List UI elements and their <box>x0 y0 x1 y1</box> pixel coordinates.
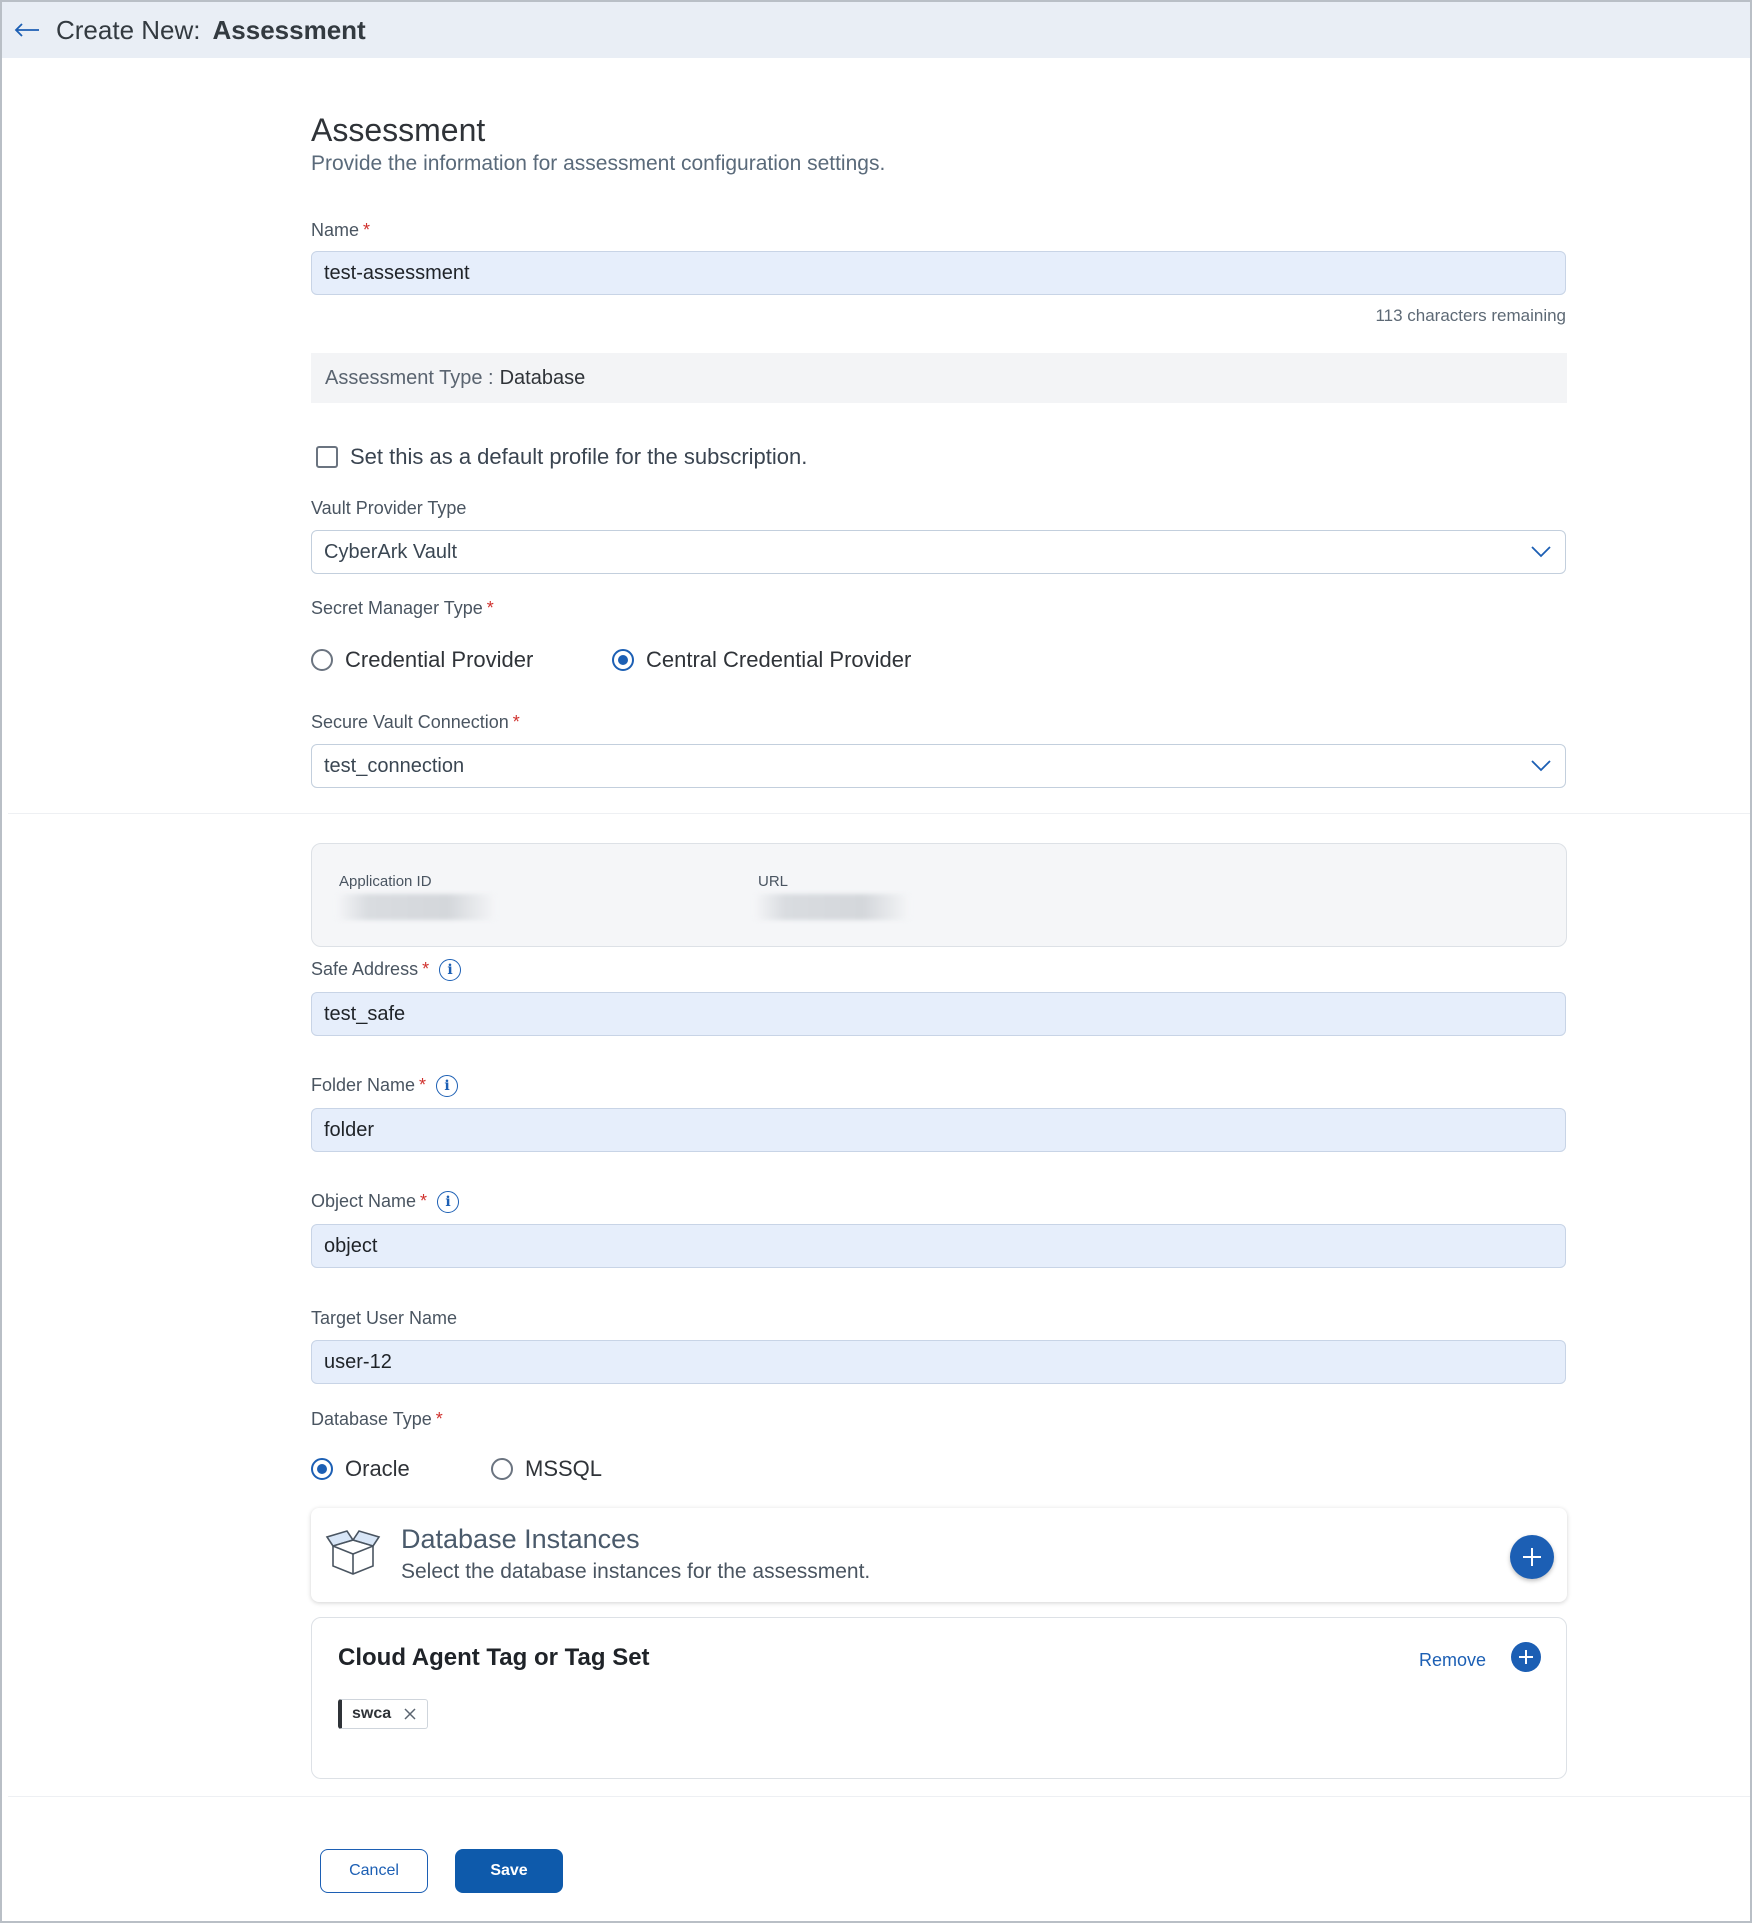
radio-button-selected[interactable] <box>311 1458 333 1480</box>
radio-label: Credential Provider <box>345 647 534 672</box>
radio-mssql[interactable]: MSSQL <box>491 1456 602 1482</box>
database-instances-card: Database Instances Select the database i… <box>311 1508 1567 1602</box>
divider <box>8 1796 1750 1797</box>
object-name-label-text: Object Name <box>311 1191 417 1211</box>
database-instances-title: Database Instances <box>401 1524 640 1554</box>
object-name-input[interactable]: object <box>311 1224 1566 1268</box>
header-bar: Create New: Assessment <box>2 2 1750 58</box>
vault-provider-value: CyberArk Vault <box>324 540 458 563</box>
info-icon[interactable]: i <box>436 1075 459 1098</box>
radio-label: MSSQL <box>525 1456 603 1481</box>
application-id-label: Application ID <box>339 873 432 890</box>
save-button[interactable]: Save <box>455 1849 563 1893</box>
url-redacted <box>754 894 910 920</box>
close-icon[interactable] <box>403 1707 417 1721</box>
vault-provider-select[interactable]: CyberArk Vault <box>311 530 1566 574</box>
radio-credential-provider[interactable]: Credential Provider <box>311 647 533 673</box>
application-id-redacted <box>336 894 496 920</box>
chevron-down-icon <box>1531 545 1553 559</box>
page-title-name: Assessment <box>212 14 366 45</box>
target-user-label: Target User Name <box>311 1308 458 1328</box>
database-type-label-text: Database Type <box>311 1409 432 1429</box>
page-title: Create New: Assessment <box>56 15 366 46</box>
cloud-agent-tag-title: Cloud Agent Tag or Tag Set <box>338 1644 650 1671</box>
plus-icon <box>1519 1650 1533 1664</box>
radio-button[interactable] <box>311 649 333 671</box>
radio-oracle[interactable]: Oracle <box>311 1456 410 1482</box>
add-database-instance-button[interactable] <box>1510 1535 1554 1579</box>
radio-button[interactable] <box>491 1458 513 1480</box>
name-label: Name * <box>311 220 371 240</box>
vault-connection-value: test_connection <box>324 754 465 777</box>
open-box-icon <box>325 1526 381 1576</box>
vault-connection-label-text: Secure Vault Connection <box>311 712 509 732</box>
chevron-down-icon <box>1531 759 1553 773</box>
cloud-agent-tag-card: Cloud Agent Tag or Tag Set Remove swca <box>311 1617 1567 1779</box>
url-label: URL <box>758 873 789 890</box>
remove-link[interactable]: Remove <box>1419 1650 1486 1671</box>
cancel-button[interactable]: Cancel <box>320 1849 428 1893</box>
vault-connection-label: Secure Vault Connection * <box>311 712 520 732</box>
radio-button-selected[interactable] <box>612 649 634 671</box>
tag-chip: swca <box>338 1699 429 1729</box>
folder-name-input[interactable]: folder <box>311 1108 1566 1152</box>
secret-manager-label: Secret Manager Type * <box>311 598 494 618</box>
divider <box>8 813 1750 814</box>
object-name-label: Object Name * i <box>311 1191 460 1214</box>
radio-central-credential-provider[interactable]: Central Credential Provider <box>612 647 911 673</box>
safe-address-label: Safe Address * i <box>311 959 462 982</box>
name-input[interactable]: test-assessment <box>311 251 1566 295</box>
info-icon[interactable]: i <box>437 1191 460 1214</box>
safe-address-label-text: Safe Address <box>311 959 419 979</box>
database-instances-subtitle: Select the database instances for the as… <box>401 1560 871 1583</box>
section-title: Assessment <box>311 112 486 148</box>
characters-remaining: 113 characters remaining <box>1375 306 1566 325</box>
default-profile-row[interactable]: Set this as a default profile for the su… <box>316 444 807 470</box>
name-label-text: Name <box>311 220 360 240</box>
database-type-label: Database Type * <box>311 1409 443 1429</box>
default-profile-checkbox[interactable] <box>316 446 338 468</box>
tag-chip-label: swca <box>352 1705 392 1722</box>
assessment-type-box: Assessment Type : Database <box>311 353 1567 403</box>
add-tag-button[interactable] <box>1511 1642 1541 1672</box>
info-icon[interactable]: i <box>439 959 462 982</box>
folder-name-label-text: Folder Name <box>311 1075 416 1095</box>
folder-name-label: Folder Name * i <box>311 1075 459 1098</box>
vault-connection-select[interactable]: test_connection <box>311 744 1566 788</box>
back-arrow-icon[interactable] <box>14 20 42 40</box>
plus-icon <box>1523 1548 1541 1566</box>
default-profile-label: Set this as a default profile for the su… <box>350 444 808 469</box>
safe-address-input[interactable]: test_safe <box>311 992 1566 1036</box>
assessment-type-value: Database <box>499 366 586 389</box>
connection-info-panel: Application ID URL <box>311 843 1567 947</box>
radio-label: Oracle <box>345 1456 410 1481</box>
radio-label: Central Credential Provider <box>646 647 912 672</box>
page-title-prefix: Create New: <box>56 14 201 45</box>
section-subtitle: Provide the information for assessment c… <box>311 152 886 175</box>
secret-manager-label-text: Secret Manager Type <box>311 598 483 618</box>
target-user-input[interactable]: user-12 <box>311 1340 1566 1384</box>
assessment-type-label: Assessment Type : <box>325 366 494 389</box>
vault-provider-label: Vault Provider Type <box>311 498 467 518</box>
